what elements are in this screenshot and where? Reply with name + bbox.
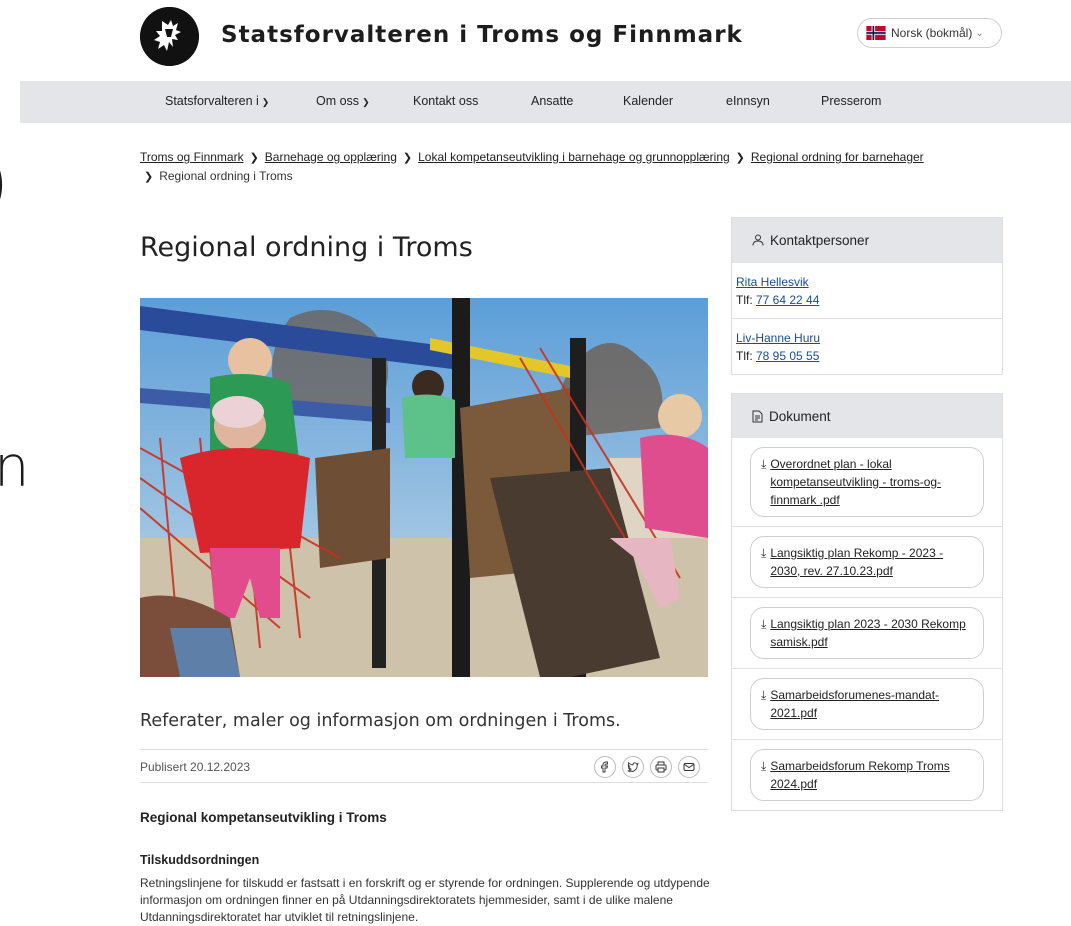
document-link[interactable]: Langsiktig plan Rekomp - 2023 - 2030, re… — [770, 544, 973, 580]
documents-heading-label: Dokument — [769, 408, 831, 424]
chevron-right-icon: ❯ — [249, 152, 259, 164]
documents-heading: Dokument — [732, 394, 1002, 438]
body-paragraph: Retningslinjene for tilskudd er fastsatt… — [140, 876, 710, 924]
nav-item-label: Om oss — [316, 94, 360, 108]
twitter-icon[interactable] — [622, 756, 644, 778]
chevron-down-icon: ❯ — [261, 97, 270, 107]
download-icon: ⤓ — [761, 688, 767, 702]
hero-image — [140, 298, 708, 677]
nav-item-kontakt-oss[interactable]: Kontakt oss — [413, 94, 478, 108]
contact-item: Liv-Hanne Huru Tlf: 78 95 05 55 — [732, 318, 1002, 374]
document-item: ⤓ Overordnet plan - lokal kompetanseutvi… — [732, 438, 1002, 526]
nav-item-ansatte[interactable]: Ansatte — [531, 94, 573, 108]
contact-name-link[interactable]: Liv-Hanne Huru — [736, 331, 820, 345]
download-icon: ⤓ — [761, 617, 767, 631]
article-lead: Referater, maler og informasjon om ordni… — [140, 711, 621, 731]
contacts-panel: Kontaktpersoner Rita Hellesvik Tlf: 77 6… — [731, 217, 1003, 375]
print-icon[interactable] — [650, 756, 672, 778]
document-link[interactable]: Overordnet plan - lokal kompetanseutvikl… — [770, 455, 973, 509]
download-icon: ⤓ — [761, 546, 767, 560]
contacts-heading-label: Kontaktpersoner — [770, 232, 870, 248]
document-link[interactable]: Langsiktig plan 2023 - 2030 Rekomp samis… — [770, 615, 973, 651]
contacts-heading: Kontaktpersoner — [732, 218, 1002, 262]
documents-panel: Dokument ⤓ Overordnet plan - lokal kompe… — [731, 393, 1003, 811]
publish-bar: Publisert 20.12.2023 — [140, 749, 708, 783]
phone-label: Tlf: — [736, 349, 756, 363]
document-item: ⤓ Samarbeidsforumenes-mandat-2021.pdf — [732, 668, 1002, 739]
document-link[interactable]: Samarbeidsforumenes-mandat-2021.pdf — [770, 686, 973, 722]
breadcrumb-link[interactable]: Barnehage og opplæring — [265, 150, 397, 164]
breadcrumb-current: Regional ordning i Troms — [159, 169, 293, 183]
coat-of-arms-logo[interactable] — [140, 7, 199, 66]
nav-item-statsforvalteren[interactable]: Statsforvalteren i ❯ — [165, 94, 269, 108]
facebook-icon[interactable] — [594, 756, 616, 778]
contact-phone-link[interactable]: 77 64 22 44 — [756, 293, 819, 307]
nav-item-presserom[interactable]: Presserom — [821, 94, 881, 108]
chevron-down-icon: ⌄ — [975, 27, 984, 39]
document-item: ⤓ Langsiktig plan Rekomp - 2023 - 2030, … — [732, 526, 1002, 597]
download-icon: ⤓ — [761, 759, 767, 773]
language-label: Norsk (bokmål) — [891, 26, 973, 40]
nav-item-label: Statsforvalteren i — [165, 94, 259, 108]
breadcrumb-link[interactable]: Troms og Finnmark — [140, 150, 244, 164]
section-heading: Regional kompetanseutvikling i Troms — [140, 810, 387, 825]
document-download-button[interactable]: ⤓ Langsiktig plan Rekomp - 2023 - 2030, … — [750, 536, 984, 588]
publish-date: Publisert 20.12.2023 — [140, 760, 251, 774]
mail-icon[interactable] — [678, 756, 700, 778]
breadcrumb: Troms og Finnmark ❯ Barnehage og opplæring… — [140, 148, 1000, 186]
document-link[interactable]: Samarbeidsforum Rekomp Troms 2024.pdf — [770, 757, 973, 793]
document-download-button[interactable]: ⤓ Samarbeidsforum Rekomp Troms 2024.pdf — [750, 749, 984, 801]
document-download-button[interactable]: ⤓ Samarbeidsforumenes-mandat-2021.pdf — [750, 678, 984, 730]
contact-item: Rita Hellesvik Tlf: 77 64 22 44 — [732, 262, 1002, 318]
person-icon — [752, 234, 764, 246]
chevron-right-icon: ❯ — [402, 152, 413, 164]
document-download-button[interactable]: ⤓ Overordnet plan - lokal kompetanseutvi… — [750, 447, 984, 517]
download-icon: ⤓ — [761, 457, 767, 471]
chevron-right-icon: ❯ — [735, 152, 745, 164]
document-item: ⤓ Samarbeidsforum Rekomp Troms 2024.pdf — [732, 739, 1002, 810]
breadcrumb-link[interactable]: Lokal kompetanseutvikling i barnehage og… — [418, 150, 730, 164]
norway-flag-icon — [866, 26, 886, 40]
document-icon — [752, 410, 763, 423]
page-title: Regional ordning i Troms — [140, 232, 473, 263]
chevron-down-icon: ❯ — [362, 97, 370, 107]
document-download-button[interactable]: ⤓ Langsiktig plan 2023 - 2030 Rekomp sam… — [750, 607, 984, 659]
phone-label: Tlf: — [736, 293, 756, 307]
edge-artifact: ) — [0, 148, 9, 218]
breadcrumb-link[interactable]: Regional ordning for barnehager — [751, 150, 924, 164]
chevron-right-icon: ❯ — [144, 171, 154, 183]
sub-heading: Tilskuddsordningen — [140, 853, 260, 867]
nav-item-om-oss[interactable]: Om oss ❯ — [316, 94, 370, 108]
document-item: ⤓ Langsiktig plan 2023 - 2030 Rekomp sam… — [732, 597, 1002, 668]
nav-item-einnsyn[interactable]: eInnsyn — [726, 94, 770, 108]
contact-phone-link[interactable]: 78 95 05 55 — [756, 349, 819, 363]
contact-name-link[interactable]: Rita Hellesvik — [736, 275, 809, 289]
language-selector[interactable]: Norsk (bokmål) ⌄ — [857, 18, 1002, 48]
nav-item-kalender[interactable]: Kalender — [623, 94, 673, 108]
site-title[interactable]: Statsforvalteren i Troms og Finnmark — [221, 22, 743, 48]
main-nav: Statsforvalteren i ❯ Om oss ❯ Kontakt oss … — [20, 81, 1071, 123]
edge-artifact: n — [0, 435, 30, 500]
